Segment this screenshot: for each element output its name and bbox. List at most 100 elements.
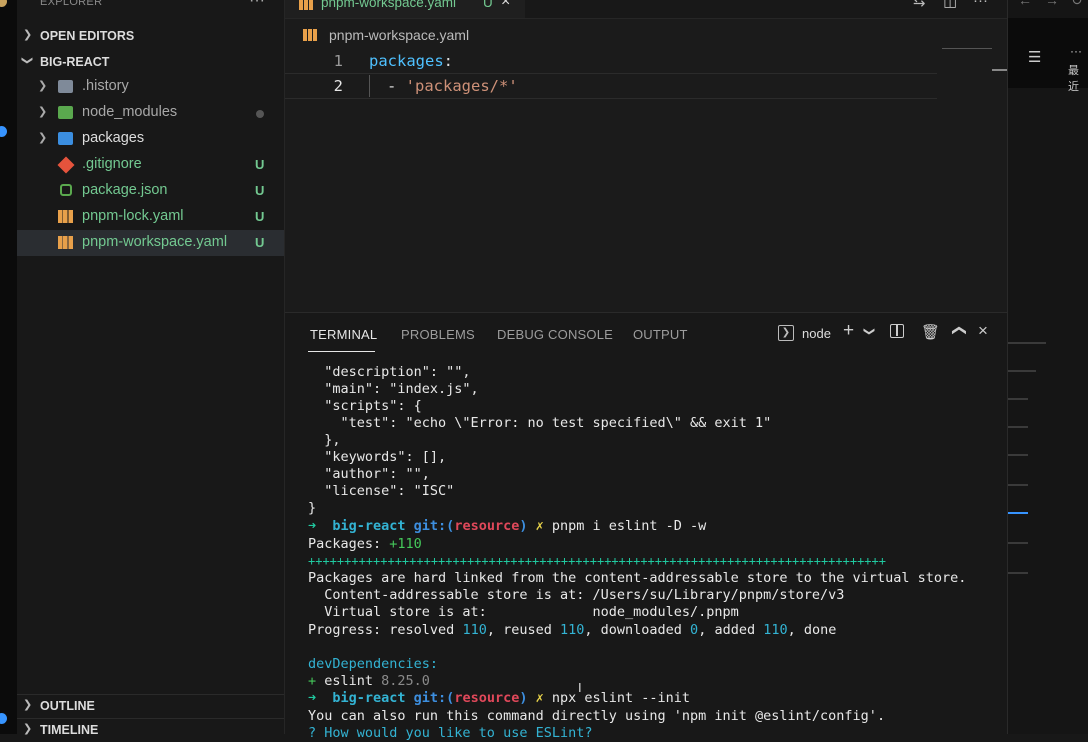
packages-value: +110 (389, 536, 422, 552)
tab-terminal[interactable]: TERMINAL (310, 327, 377, 342)
minimap-active-line (1008, 512, 1028, 514)
untracked-badge: U (255, 183, 265, 198)
prompt-dir: big-react (332, 690, 414, 706)
extensions-badge[interactable] (0, 126, 7, 137)
terminal-line: "main": "index.js", (308, 381, 479, 397)
back-arrow-icon[interactable]: ← (1018, 0, 1032, 8)
account-avatar[interactable] (0, 0, 7, 7)
refresh-icon[interactable]: ↻ (1071, 0, 1083, 9)
minimap-line (1008, 426, 1028, 428)
tree-item-history[interactable]: ❯ .history (17, 74, 284, 100)
outline-section[interactable]: ❯ OUTLINE (17, 694, 284, 717)
prompt-arrow: ➜ (308, 690, 333, 706)
secondary-sidebar: ← → ↻ ☰ ··· 最近 (1007, 0, 1088, 734)
terminal-line: "keywords": [], (308, 449, 447, 465)
terminal-line: "author": "", (308, 466, 430, 482)
package-name: eslint (324, 673, 382, 689)
package-version: 8.25.0 (381, 673, 430, 689)
terminal-line: Packages: +110 (308, 536, 422, 553)
pnpm-icon (299, 0, 313, 10)
progress-text: , reused (486, 622, 560, 638)
list-icon[interactable]: ☰ (1028, 48, 1041, 66)
tree-item-label: .history (82, 78, 129, 94)
terminal-line: "license": "ISC" (308, 483, 455, 499)
progress-bar-plus: ++++++++++++++++++++++++++++++++++++++++… (308, 554, 886, 568)
section-label: OPEN EDITORS (40, 29, 135, 43)
untracked-badge: U (255, 157, 265, 172)
progress-reused: 110 (559, 622, 585, 638)
trash-icon[interactable]: 🗑 (921, 323, 940, 341)
minimap-line (1008, 342, 1046, 344)
terminal-line: Content-addressable store is at: /Users/… (308, 587, 845, 603)
tree-item-label: pnpm-lock.yaml (82, 208, 184, 224)
prompt-dir: big-react (332, 518, 414, 534)
terminal-line: "description": "", (308, 364, 471, 380)
new-terminal-icon[interactable]: + (843, 320, 854, 342)
code-line[interactable]: 1 packages: (285, 49, 937, 73)
more-actions-icon[interactable]: ··· (1070, 44, 1082, 58)
open-editors-section[interactable]: ❯ OPEN EDITORS (17, 25, 284, 47)
more-actions-icon[interactable]: ··· (973, 0, 988, 9)
minimap-line (1008, 398, 1028, 400)
split-editor-icon[interactable]: ◫ (943, 0, 957, 10)
untracked-badge: U (483, 0, 493, 10)
nodejs-icon (60, 184, 72, 196)
tree-item-label: node_modules (82, 104, 178, 120)
close-icon[interactable]: × (978, 321, 988, 341)
chevron-right-icon: ❯ (23, 29, 33, 41)
pnpm-icon (58, 210, 73, 223)
section-label: TIMELINE (40, 723, 99, 737)
terminal-shell-label[interactable]: node (802, 326, 831, 341)
text-cursor-icon: I (578, 680, 582, 695)
tab-output[interactable]: OUTPUT (633, 327, 688, 342)
chevron-right-icon: ❯ (23, 723, 33, 735)
close-icon[interactable]: × (501, 0, 510, 11)
terminal-prompt: ➜ big-react git:(resource) ✗ npx eslint … (308, 690, 690, 707)
project-section[interactable]: ❯ BIG-REACT (17, 51, 284, 73)
ignored-dot-icon (256, 110, 264, 118)
prompt-command: npx eslint --init (551, 690, 691, 706)
maximize-panel-icon[interactable]: ❯ (949, 325, 966, 337)
terminal-progress-line: Progress: resolved 110, reused 110, down… (308, 622, 836, 639)
terminal-line: Packages are hard linked from the conten… (308, 570, 967, 586)
tab-problems[interactable]: PROBLEMS (401, 327, 475, 342)
overview-ruler-mark (992, 69, 1007, 71)
tree-item-pnpm-workspace[interactable]: pnpm-workspace.yaml U (17, 230, 284, 256)
editor-area[interactable] (285, 0, 1007, 312)
git-icon (57, 156, 75, 174)
tree-item-node-modules[interactable]: ❯ node_modules (17, 100, 284, 126)
compare-icon[interactable]: ⇆ (913, 0, 926, 10)
chevron-down-icon[interactable]: ❯ (863, 327, 876, 336)
untracked-badge: U (255, 235, 265, 250)
node-folder-icon (58, 106, 73, 119)
tree-item-packages[interactable]: ❯ packages (17, 126, 284, 152)
tab-label: pnpm-workspace.yaml (321, 0, 457, 10)
yaml-string: 'packages/*' (405, 77, 518, 95)
prompt-git: git:( (413, 518, 455, 534)
tree-item-pnpm-lock[interactable]: pnpm-lock.yaml U (17, 204, 284, 230)
chevron-right-icon: ❯ (38, 106, 48, 118)
prompt-arrow: ➜ (308, 518, 333, 534)
tree-item-package-json[interactable]: package.json U (17, 178, 284, 204)
progress-text: , downloaded (584, 622, 691, 638)
tree-item-label: package.json (82, 182, 168, 198)
tab-pnpm-workspace[interactable]: pnpm-workspace.yaml U × (285, 0, 525, 18)
split-terminal-icon[interactable] (890, 324, 904, 338)
yaml-colon: : (443, 52, 453, 70)
tree-item-label: packages (82, 130, 145, 146)
timeline-section[interactable]: ❯ TIMELINE (17, 718, 284, 741)
minimap-line (1008, 370, 1036, 372)
accounts-badge[interactable] (0, 713, 7, 724)
forward-arrow-icon[interactable]: → (1045, 0, 1059, 8)
minimap-slider[interactable] (942, 48, 992, 49)
tree-item-gitignore[interactable]: .gitignore U (17, 152, 284, 178)
packages-label: Packages: (308, 536, 390, 552)
more-actions-icon[interactable]: ··· (249, 0, 265, 10)
activity-bar (0, 0, 17, 734)
tab-debug-console[interactable]: DEBUG CONSOLE (497, 327, 613, 342)
line-number: 2 (333, 77, 343, 95)
minimap-line (1008, 454, 1028, 456)
code-line-current[interactable]: 2 - 'packages/*' (285, 73, 937, 99)
breadcrumb-file[interactable]: pnpm-workspace.yaml (329, 27, 469, 43)
folder-icon (58, 80, 73, 93)
